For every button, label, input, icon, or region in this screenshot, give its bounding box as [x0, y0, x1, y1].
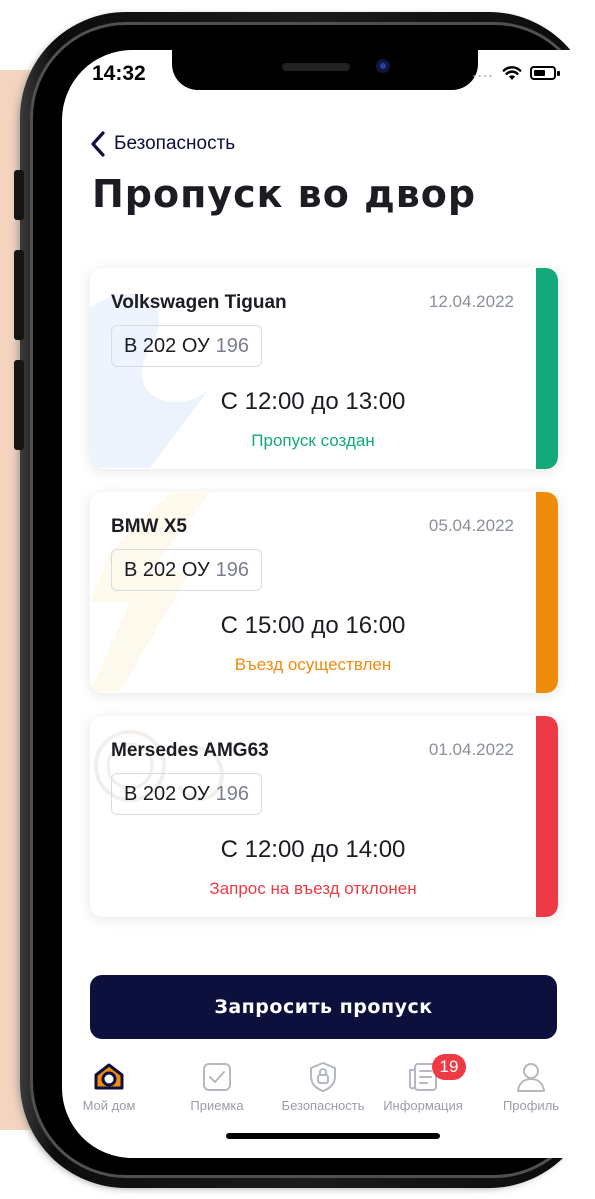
volume-down-button [14, 360, 24, 450]
tab-acceptance[interactable]: Приемка [162, 1054, 272, 1113]
plate-region: 196 [215, 782, 250, 805]
pass-date: 05.04.2022 [428, 516, 514, 535]
back-button[interactable]: Безопасность [88, 130, 235, 158]
checkbox-icon [203, 1063, 231, 1091]
plate-region: 196 [215, 558, 250, 581]
pass-card[interactable]: BMW X5 05.04.2022 В 202 ОУ 196 С 15:00 д… [90, 492, 558, 693]
pass-status: Пропуск создан [251, 431, 375, 450]
plate-number: В 202 ОУ [124, 558, 210, 581]
pass-time: С 12:00 до 14:00 [220, 836, 406, 863]
pass-status: Въезд осуществлен [234, 655, 392, 674]
pass-date: 12.04.2022 [428, 292, 514, 311]
status-stripe [536, 492, 558, 693]
license-plate: В 202 ОУ 196 [111, 549, 263, 591]
speaker-grille [282, 63, 350, 71]
notification-badge: 19 [432, 1054, 466, 1080]
tab-information[interactable]: 19 Информация [368, 1054, 478, 1113]
wifi-icon [502, 66, 522, 80]
page-title: Пропуск во двор [92, 172, 477, 216]
tab-label: Мой дом [82, 1098, 136, 1113]
tab-bar: Мой дом Приемка Безопасность 19 Информац… [62, 1054, 595, 1124]
volume-up-button [14, 250, 24, 340]
signal-icon: .... [472, 65, 494, 81]
chevron-left-icon [91, 131, 105, 157]
tab-profile[interactable]: Профиль [476, 1054, 586, 1113]
tab-label: Приемка [190, 1098, 244, 1113]
lock-shield-icon [310, 1061, 336, 1093]
car-name: Volkswagen Tiguan [111, 292, 287, 313]
status-time: 14:32 [92, 62, 146, 85]
silent-switch [14, 170, 24, 220]
status-stripe [536, 716, 558, 917]
car-name: BMW X5 [111, 516, 187, 537]
front-camera [376, 59, 390, 73]
tab-label: Безопасность [281, 1098, 365, 1113]
pass-time: С 12:00 до 13:00 [220, 388, 406, 415]
home-indicator [226, 1133, 440, 1139]
pass-time: С 15:00 до 16:00 [220, 612, 406, 639]
back-label: Безопасность [114, 133, 236, 154]
status-icons: .... [472, 62, 560, 84]
tab-label: Профиль [502, 1098, 560, 1113]
tab-security[interactable]: Безопасность [268, 1054, 378, 1113]
pass-date: 01.04.2022 [428, 740, 514, 759]
request-pass-button[interactable]: Запросить пропуск [90, 975, 557, 1039]
tab-my-home[interactable]: Мой дом [54, 1054, 164, 1113]
status-stripe [536, 268, 558, 469]
license-plate: В 202 ОУ 196 [111, 325, 263, 367]
home-icon [94, 1063, 124, 1090]
pass-card[interactable]: Volkswagen Tiguan 12.04.2022 В 202 ОУ 19… [90, 268, 558, 469]
plate-region: 196 [215, 334, 250, 357]
plate-number: В 202 ОУ [124, 334, 210, 357]
user-icon [517, 1063, 545, 1092]
battery-icon [529, 66, 560, 80]
plate-number: В 202 ОУ [124, 782, 210, 805]
license-plate: В 202 ОУ 196 [111, 773, 263, 815]
pass-status: Запрос на въезд отклонен [209, 879, 417, 898]
pass-card[interactable]: Mersedes AMG63 01.04.2022 В 202 ОУ 196 С… [90, 716, 558, 917]
car-name: Mersedes AMG63 [111, 740, 269, 761]
tab-label: Информация [383, 1098, 463, 1113]
